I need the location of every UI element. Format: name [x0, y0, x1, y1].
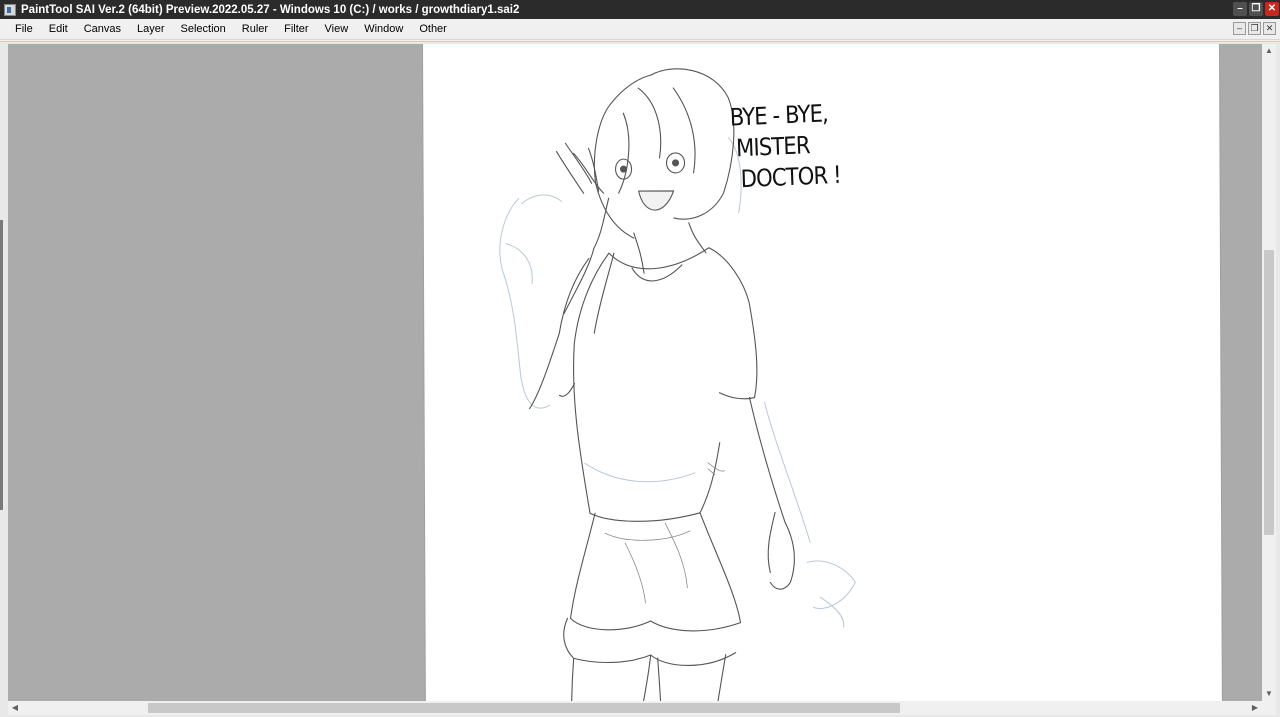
menu-edit[interactable]: Edit — [41, 19, 76, 40]
speech-line-3: DOCTOR ! — [740, 160, 842, 194]
document-restore-button[interactable]: ❐ — [1248, 22, 1261, 35]
vertical-scrollbar[interactable]: ▲ ▼ — [1262, 44, 1276, 701]
menu-view[interactable]: View — [317, 19, 357, 40]
scroll-right-button[interactable]: ▶ — [1248, 701, 1262, 715]
menu-file[interactable]: File — [0, 19, 41, 40]
app-icon[interactable] — [4, 3, 16, 16]
scroll-up-button[interactable]: ▲ — [1262, 44, 1276, 58]
close-button[interactable]: ✕ — [1265, 2, 1279, 16]
maximize-button[interactable]: ❐ — [1249, 2, 1263, 16]
menu-other[interactable]: Other — [411, 19, 455, 40]
menu-window[interactable]: Window — [356, 19, 411, 40]
scroll-left-button[interactable]: ◀ — [8, 701, 22, 715]
speech-line-2: MISTER — [735, 131, 811, 163]
minimize-button[interactable]: – — [1233, 2, 1247, 16]
speech-text: BYE - BYE, MISTER DOCTOR ! — [729, 98, 841, 196]
menu-bar: File Edit Canvas Layer Selection Ruler F… — [0, 19, 1280, 40]
speech-line-1: BYE - BYE, — [729, 99, 829, 132]
document-close-button[interactable]: ✕ — [1263, 22, 1276, 35]
horizontal-scroll-thumb[interactable] — [148, 703, 900, 713]
scrollbar-corner — [1262, 701, 1276, 715]
menu-layer[interactable]: Layer — [129, 19, 173, 40]
window-controls: – ❐ ✕ — [1233, 2, 1279, 16]
window-title: PaintTool SAI Ver.2 (64bit) Preview.2022… — [21, 3, 520, 16]
canvas-paper[interactable]: BYE - BYE, MISTER DOCTOR ! — [423, 44, 1223, 701]
window-titlebar: PaintTool SAI Ver.2 (64bit) Preview.2022… — [0, 0, 1280, 19]
document-workarea: BYE - BYE, MISTER DOCTOR ! ▲ ▼ ◀ ▶ — [0, 41, 1280, 717]
menu-selection[interactable]: Selection — [173, 19, 234, 40]
scroll-down-button[interactable]: ▼ — [1262, 687, 1276, 701]
vertical-scroll-thumb[interactable] — [1264, 250, 1274, 535]
menu-ruler[interactable]: Ruler — [234, 19, 276, 40]
document-minimize-button[interactable]: – — [1233, 22, 1246, 35]
left-panel-edge — [0, 220, 3, 510]
document-window-controls: – ❐ ✕ — [1233, 22, 1276, 35]
horizontal-scrollbar[interactable]: ◀ ▶ — [8, 701, 1262, 715]
canvas-viewport[interactable]: BYE - BYE, MISTER DOCTOR ! — [8, 44, 1262, 701]
menu-canvas[interactable]: Canvas — [76, 19, 129, 40]
menu-filter[interactable]: Filter — [276, 19, 316, 40]
